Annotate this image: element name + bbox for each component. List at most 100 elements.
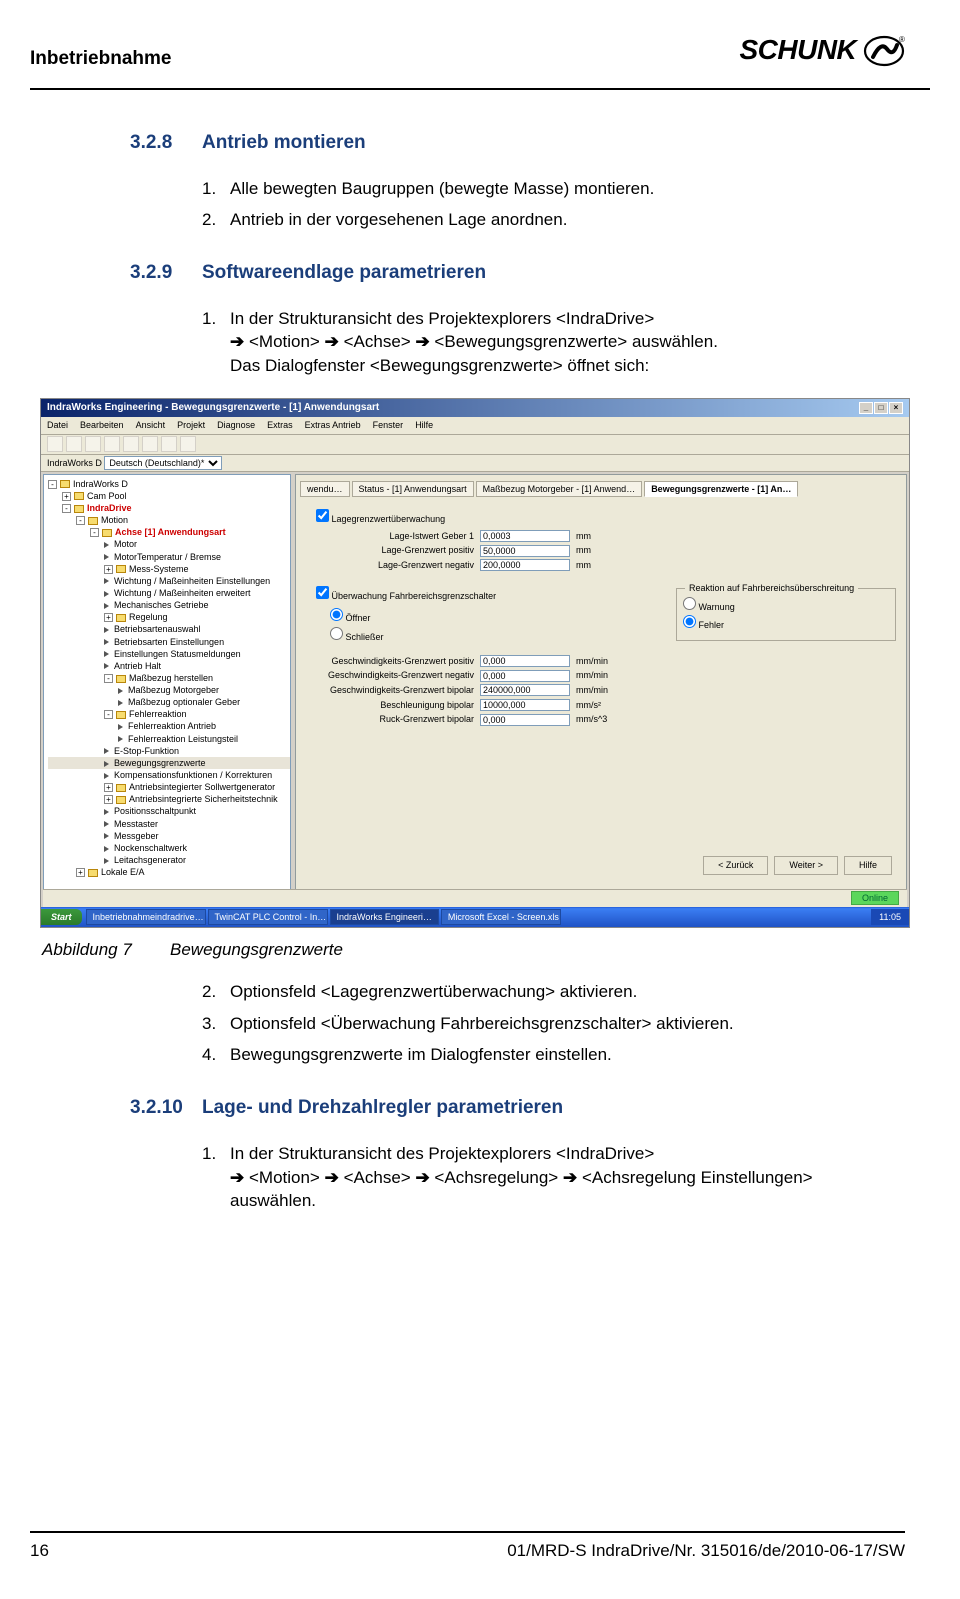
tree-node[interactable]: +Regelung bbox=[48, 611, 290, 623]
tree-node[interactable]: Maßbezug Motorgeber bbox=[48, 684, 290, 696]
tree-node[interactable]: Messgeber bbox=[48, 830, 290, 842]
tab[interactable]: Bewegungsgrenzwerte - [1] An… bbox=[644, 481, 798, 498]
minimize-icon[interactable]: _ bbox=[859, 402, 873, 414]
wizard-button[interactable]: Weiter > bbox=[774, 856, 838, 875]
maximize-icon[interactable]: □ bbox=[874, 402, 888, 414]
close-icon[interactable]: × bbox=[889, 402, 903, 414]
menu-item[interactable]: Extras Antrieb bbox=[305, 420, 361, 430]
toolbar-button[interactable] bbox=[85, 436, 101, 452]
tree-node[interactable]: Fehlerreaktion Antrieb bbox=[48, 720, 290, 732]
toolbar-button[interactable] bbox=[180, 436, 196, 452]
taskbar-item[interactable]: IndraWorks Engineeri… bbox=[330, 909, 439, 926]
tree-node[interactable]: Wichtung / Maßeinheiten erweitert bbox=[48, 587, 290, 599]
tab[interactable]: Maßbezug Motorgeber - [1] Anwend… bbox=[476, 481, 643, 498]
tree-node[interactable]: Antrieb Halt bbox=[48, 660, 290, 672]
language-select[interactable]: Deutsch (Deutschland)* bbox=[104, 456, 222, 470]
brand-logo: SCHUNK ® bbox=[739, 30, 905, 74]
section-number-329: 3.2.9 bbox=[130, 260, 202, 287]
toolbar-button[interactable] bbox=[123, 436, 139, 452]
tree-node[interactable]: -IndraWorks D bbox=[48, 478, 290, 490]
window-title: IndraWorks Engineering - Bewegungsgrenzw… bbox=[47, 401, 379, 415]
checkbox-fahrbereich[interactable] bbox=[316, 586, 329, 599]
field-input[interactable] bbox=[480, 684, 570, 696]
field-input[interactable] bbox=[480, 530, 570, 542]
menu-item[interactable]: Diagnose bbox=[217, 420, 255, 430]
radio-option[interactable] bbox=[330, 627, 343, 640]
field-unit: mm/s² bbox=[576, 699, 624, 712]
field-input[interactable] bbox=[480, 559, 570, 571]
tree-node[interactable]: -Achse [1] Anwendungsart bbox=[48, 526, 290, 538]
menu-item[interactable]: Bearbeiten bbox=[80, 420, 124, 430]
tree-node[interactable]: +Lokale E/A bbox=[48, 866, 290, 878]
wizard-button[interactable]: < Zurück bbox=[703, 856, 768, 875]
menu-item[interactable]: Hilfe bbox=[415, 420, 433, 430]
tree-node[interactable]: -Fehlerreaktion bbox=[48, 708, 290, 720]
tree-node[interactable]: Wichtung / Maßeinheiten Einstellungen bbox=[48, 575, 290, 587]
tree-node[interactable]: E-Stop-Funktion bbox=[48, 745, 290, 757]
tree-node[interactable]: +Antriebsintegierter Sollwertgenerator bbox=[48, 781, 290, 793]
field-input[interactable] bbox=[480, 670, 570, 682]
text-fragment: <Achse> bbox=[344, 332, 411, 351]
tree-node[interactable]: +Cam Pool bbox=[48, 490, 290, 502]
menu-item[interactable]: Extras bbox=[267, 420, 293, 430]
field-input[interactable] bbox=[480, 699, 570, 711]
checkbox-lagegrenzwert[interactable] bbox=[316, 509, 329, 522]
list-number: 4. bbox=[202, 1043, 230, 1067]
menu-item[interactable]: Datei bbox=[47, 420, 68, 430]
tree-node[interactable]: MotorTemperatur / Bremse bbox=[48, 551, 290, 563]
tree-node[interactable]: Leitachsgenerator bbox=[48, 854, 290, 866]
field-input[interactable] bbox=[480, 714, 570, 726]
wizard-button[interactable]: Hilfe bbox=[844, 856, 892, 875]
toolbar-button[interactable] bbox=[161, 436, 177, 452]
tree-node[interactable]: Nockenschaltwerk bbox=[48, 842, 290, 854]
field-input[interactable] bbox=[480, 545, 570, 557]
taskbar-item[interactable]: Inbetriebnahmeindradrive… bbox=[86, 909, 206, 926]
radio-label: Schließer bbox=[346, 632, 384, 642]
field-input[interactable] bbox=[480, 655, 570, 667]
list-text: In der Strukturansicht des Projektexplor… bbox=[230, 1142, 875, 1213]
tree-node[interactable]: +Mess-Systeme bbox=[48, 563, 290, 575]
tab[interactable]: Status - [1] Anwendungsart bbox=[352, 481, 474, 498]
tree-node[interactable]: Positionsschaltpunkt bbox=[48, 805, 290, 817]
tree-node[interactable]: Maßbezug optionaler Geber bbox=[48, 696, 290, 708]
radio-option[interactable] bbox=[683, 597, 696, 610]
toolbar-button[interactable] bbox=[66, 436, 82, 452]
svg-text:®: ® bbox=[899, 35, 905, 44]
field-unit: mm/min bbox=[576, 655, 624, 668]
tree-node[interactable]: Mechanisches Getriebe bbox=[48, 599, 290, 611]
radio-option[interactable] bbox=[683, 615, 696, 628]
tree-node[interactable]: -IndraDrive bbox=[48, 502, 290, 514]
toolbar-button[interactable] bbox=[104, 436, 120, 452]
tree-node[interactable]: -Motion bbox=[48, 514, 290, 526]
radio-option[interactable] bbox=[330, 608, 343, 621]
tree-node[interactable]: Motor bbox=[48, 538, 290, 550]
text-fragment: <Motion> bbox=[249, 1168, 320, 1187]
tree-node[interactable]: Einstellungen Statusmeldungen bbox=[48, 648, 290, 660]
toolbar-button[interactable] bbox=[142, 436, 158, 452]
project-tree[interactable]: -IndraWorks D+Cam Pool-IndraDrive-Motion… bbox=[43, 474, 291, 890]
tree-node[interactable]: Bewegungsgrenzwerte bbox=[48, 757, 290, 769]
toolbar-button[interactable] bbox=[47, 436, 63, 452]
field-unit: mm bbox=[576, 559, 624, 572]
figure-caption-label: Abbildung 7 bbox=[42, 938, 170, 962]
start-button[interactable]: Start bbox=[41, 909, 82, 926]
tree-node[interactable]: Fehlerreaktion Leistungsteil bbox=[48, 733, 290, 745]
menu-item[interactable]: Fenster bbox=[373, 420, 404, 430]
tree-node[interactable]: +Antriebsintegrierte Sicherheitstechnik bbox=[48, 793, 290, 805]
window-control-buttons: _□× bbox=[858, 401, 903, 415]
field-unit: mm/min bbox=[576, 669, 624, 682]
tree-node[interactable]: -Maßbezug herstellen bbox=[48, 672, 290, 684]
menu-item[interactable]: Ansicht bbox=[136, 420, 166, 430]
figure-caption-text: Bewegungsgrenzwerte bbox=[170, 938, 343, 962]
tree-node[interactable]: Betriebsartenauswahl bbox=[48, 623, 290, 635]
arrow-icon: ➔ bbox=[325, 332, 339, 351]
taskbar-item[interactable]: TwinCAT PLC Control - In… bbox=[208, 909, 328, 926]
tree-node[interactable]: Betriebsarten Einstellungen bbox=[48, 636, 290, 648]
menu-item[interactable]: Projekt bbox=[177, 420, 205, 430]
tree-node[interactable]: Messtaster bbox=[48, 818, 290, 830]
taskbar-item[interactable]: Microsoft Excel - Screen.xls bbox=[441, 909, 561, 926]
text-fragment: <Motion> bbox=[249, 332, 320, 351]
list-text: Bewegungsgrenzwerte im Dialogfenster ein… bbox=[230, 1043, 875, 1067]
tree-node[interactable]: Kompensationsfunktionen / Korrekturen bbox=[48, 769, 290, 781]
tab[interactable]: wendu… bbox=[300, 481, 350, 498]
